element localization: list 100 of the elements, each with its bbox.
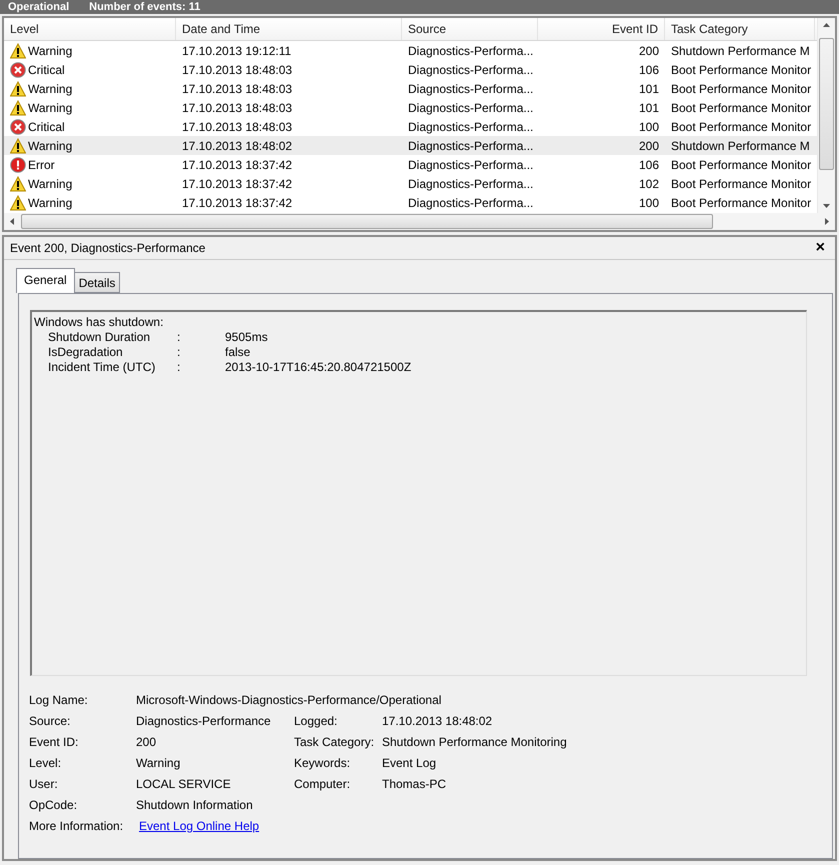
event-row[interactable]: Warning 17.10.2013 18:48:02 Diagnostics-Performa... 200 Shutdown Performance M — [4, 136, 817, 155]
field-value: 9505ms — [225, 330, 269, 345]
table-cell: Shutdown Performance M — [671, 44, 810, 58]
horizontal-scrollbar[interactable] — [4, 213, 835, 230]
property-label: Computer: — [294, 776, 352, 792]
property-value: 200 — [136, 734, 158, 750]
table-cell: Boot Performance Monitor — [671, 120, 812, 134]
table-cell: 101 — [638, 100, 659, 114]
warning-icon — [10, 138, 26, 154]
event-row[interactable]: Warning 17.10.2013 18:37:42 Diagnostics-Performa... 100 Boot Performance Monitor — [4, 193, 817, 212]
warning-icon — [10, 176, 26, 192]
table-cell: Boot Performance Monitor — [671, 158, 812, 172]
table-cell: Diagnostics-Performa... — [408, 62, 534, 76]
column-header[interactable]: Level — [4, 18, 176, 40]
warning-icon — [10, 42, 26, 58]
property-value: Thomas-PC — [382, 776, 448, 792]
log-title: Operational — [8, 1, 70, 13]
table-cell: Diagnostics-Performa... — [408, 44, 534, 58]
field-name: Incident Time (UTC) — [48, 360, 156, 375]
property-label: Source: — [29, 713, 72, 729]
table-cell: Warning — [28, 82, 72, 96]
table-cell: 106 — [638, 62, 659, 76]
table-cell: 17.10.2013 18:48:03 — [182, 62, 292, 76]
field-name: Shutdown Duration — [48, 330, 152, 345]
table-cell: Diagnostics-Performa... — [408, 138, 534, 152]
table-cell: Boot Performance Monitor — [671, 176, 812, 190]
property-label: OpCode: — [29, 797, 78, 813]
column-header[interactable]: Task Category — [665, 18, 815, 40]
property-value: Shutdown Performance Monitoring — [382, 734, 568, 750]
event-row[interactable]: Warning 17.10.2013 19:12:11 Diagnostics-Performa... 200 Shutdown Performance M — [4, 41, 817, 60]
vertical-scrollbar[interactable] — [817, 18, 835, 213]
separator: : — [177, 345, 182, 360]
table-cell: Diagnostics-Performa... — [408, 82, 534, 96]
property-label: Keywords: — [294, 755, 352, 771]
event-row[interactable]: Critical 17.10.2013 18:48:03 Diagnostics-Performa... 106 Boot Performance Monitor — [4, 60, 817, 79]
property-value: Shutdown Information — [136, 797, 254, 813]
table-cell: Error — [28, 158, 55, 172]
table-cell: 200 — [638, 138, 659, 152]
tab[interactable]: General — [16, 268, 75, 293]
separator: : — [177, 360, 182, 375]
error-icon — [10, 156, 26, 172]
table-cell: 17.10.2013 19:12:11 — [182, 44, 292, 58]
property-value: Microsoft-Windows-Diagnostics-Performance/Operational — [136, 692, 442, 708]
event-title: Event 200, Diagnostics-Performance — [10, 241, 206, 255]
table-cell: Boot Performance Monitor — [671, 82, 812, 96]
table-cell: Warning — [28, 138, 72, 152]
property-label: More Information: — [29, 818, 124, 834]
table-cell: Diagnostics-Performa... — [408, 100, 534, 114]
table-cell: Shutdown Performance M — [671, 138, 810, 152]
warning-icon — [10, 80, 26, 96]
property-value: LOCAL SERVICE — [136, 776, 232, 792]
table-cell: 200 — [638, 44, 659, 58]
table-cell: Warning — [28, 44, 72, 58]
table-cell: Warning — [28, 176, 72, 190]
table-cell: 100 — [638, 120, 659, 134]
field-value: false — [225, 345, 252, 360]
critical-icon — [10, 118, 26, 134]
table-cell: Diagnostics-Performa... — [408, 120, 534, 134]
table-cell: 106 — [638, 158, 659, 172]
table-cell: Diagnostics-Performa... — [408, 176, 534, 190]
event-count: Number of events: 11 — [89, 1, 200, 13]
message-heading: Windows has shutdown: — [34, 315, 164, 330]
property-label: Event ID: — [29, 734, 80, 750]
help-link[interactable]: Event Log Online Help — [139, 819, 260, 833]
column-header[interactable]: Date and Time — [176, 18, 402, 40]
critical-icon — [10, 62, 26, 78]
field-value: 2013-10-17T16:45:20.804721500Z — [225, 360, 412, 375]
warning-icon — [10, 100, 26, 116]
tab[interactable]: Details — [74, 272, 120, 293]
property-label: Logged: — [294, 713, 338, 729]
event-row[interactable]: Warning 17.10.2013 18:37:42 Diagnostics-Performa... 102 Boot Performance Monitor — [4, 174, 817, 193]
property-value: Event Log — [382, 755, 438, 771]
table-cell: Boot Performance Monitor — [671, 62, 812, 76]
property-value: Diagnostics-Performance — [136, 713, 272, 729]
table-cell: Diagnostics-Performa... — [408, 196, 534, 210]
event-row[interactable]: Warning 17.10.2013 18:48:03 Diagnostics-Performa... 101 Boot Performance Monitor — [4, 98, 817, 117]
column-header[interactable]: Source — [402, 18, 538, 40]
table-cell: 17.10.2013 18:48:02 — [182, 138, 292, 152]
table-cell: Warning — [28, 100, 72, 114]
table-cell: 17.10.2013 18:37:42 — [182, 176, 292, 190]
event-row[interactable]: Warning 17.10.2013 18:48:03 Diagnostics-Performa... 101 Boot Performance Monitor — [4, 79, 817, 98]
column-header[interactable]: Event ID — [538, 18, 665, 40]
table-cell: Boot Performance Monitor — [671, 100, 812, 114]
table-cell: 17.10.2013 18:48:03 — [182, 82, 292, 96]
event-row[interactable]: Error 17.10.2013 18:37:42 Diagnostics-Performa... 106 Boot Performance Monitor — [4, 155, 817, 174]
table-cell: Warning — [28, 196, 72, 210]
table-cell: Critical — [28, 120, 65, 134]
table-cell: 102 — [638, 176, 659, 190]
close-button[interactable]: × — [812, 239, 829, 257]
table-cell: 100 — [638, 196, 659, 210]
table-cell: 17.10.2013 18:37:42 — [182, 196, 292, 210]
table-cell: 17.10.2013 18:48:03 — [182, 100, 292, 114]
property-label: Log Name: — [29, 692, 89, 708]
table-cell: Critical — [28, 62, 65, 76]
event-row[interactable]: Critical 17.10.2013 18:48:03 Diagnostics-Performa... 100 Boot Performance Monitor — [4, 117, 817, 136]
separator: : — [177, 330, 182, 345]
property-label: Level: — [29, 755, 62, 771]
property-value: 17.10.2013 18:48:02 — [382, 713, 494, 729]
table-cell: Diagnostics-Performa... — [408, 158, 534, 172]
property-label: User: — [29, 776, 59, 792]
